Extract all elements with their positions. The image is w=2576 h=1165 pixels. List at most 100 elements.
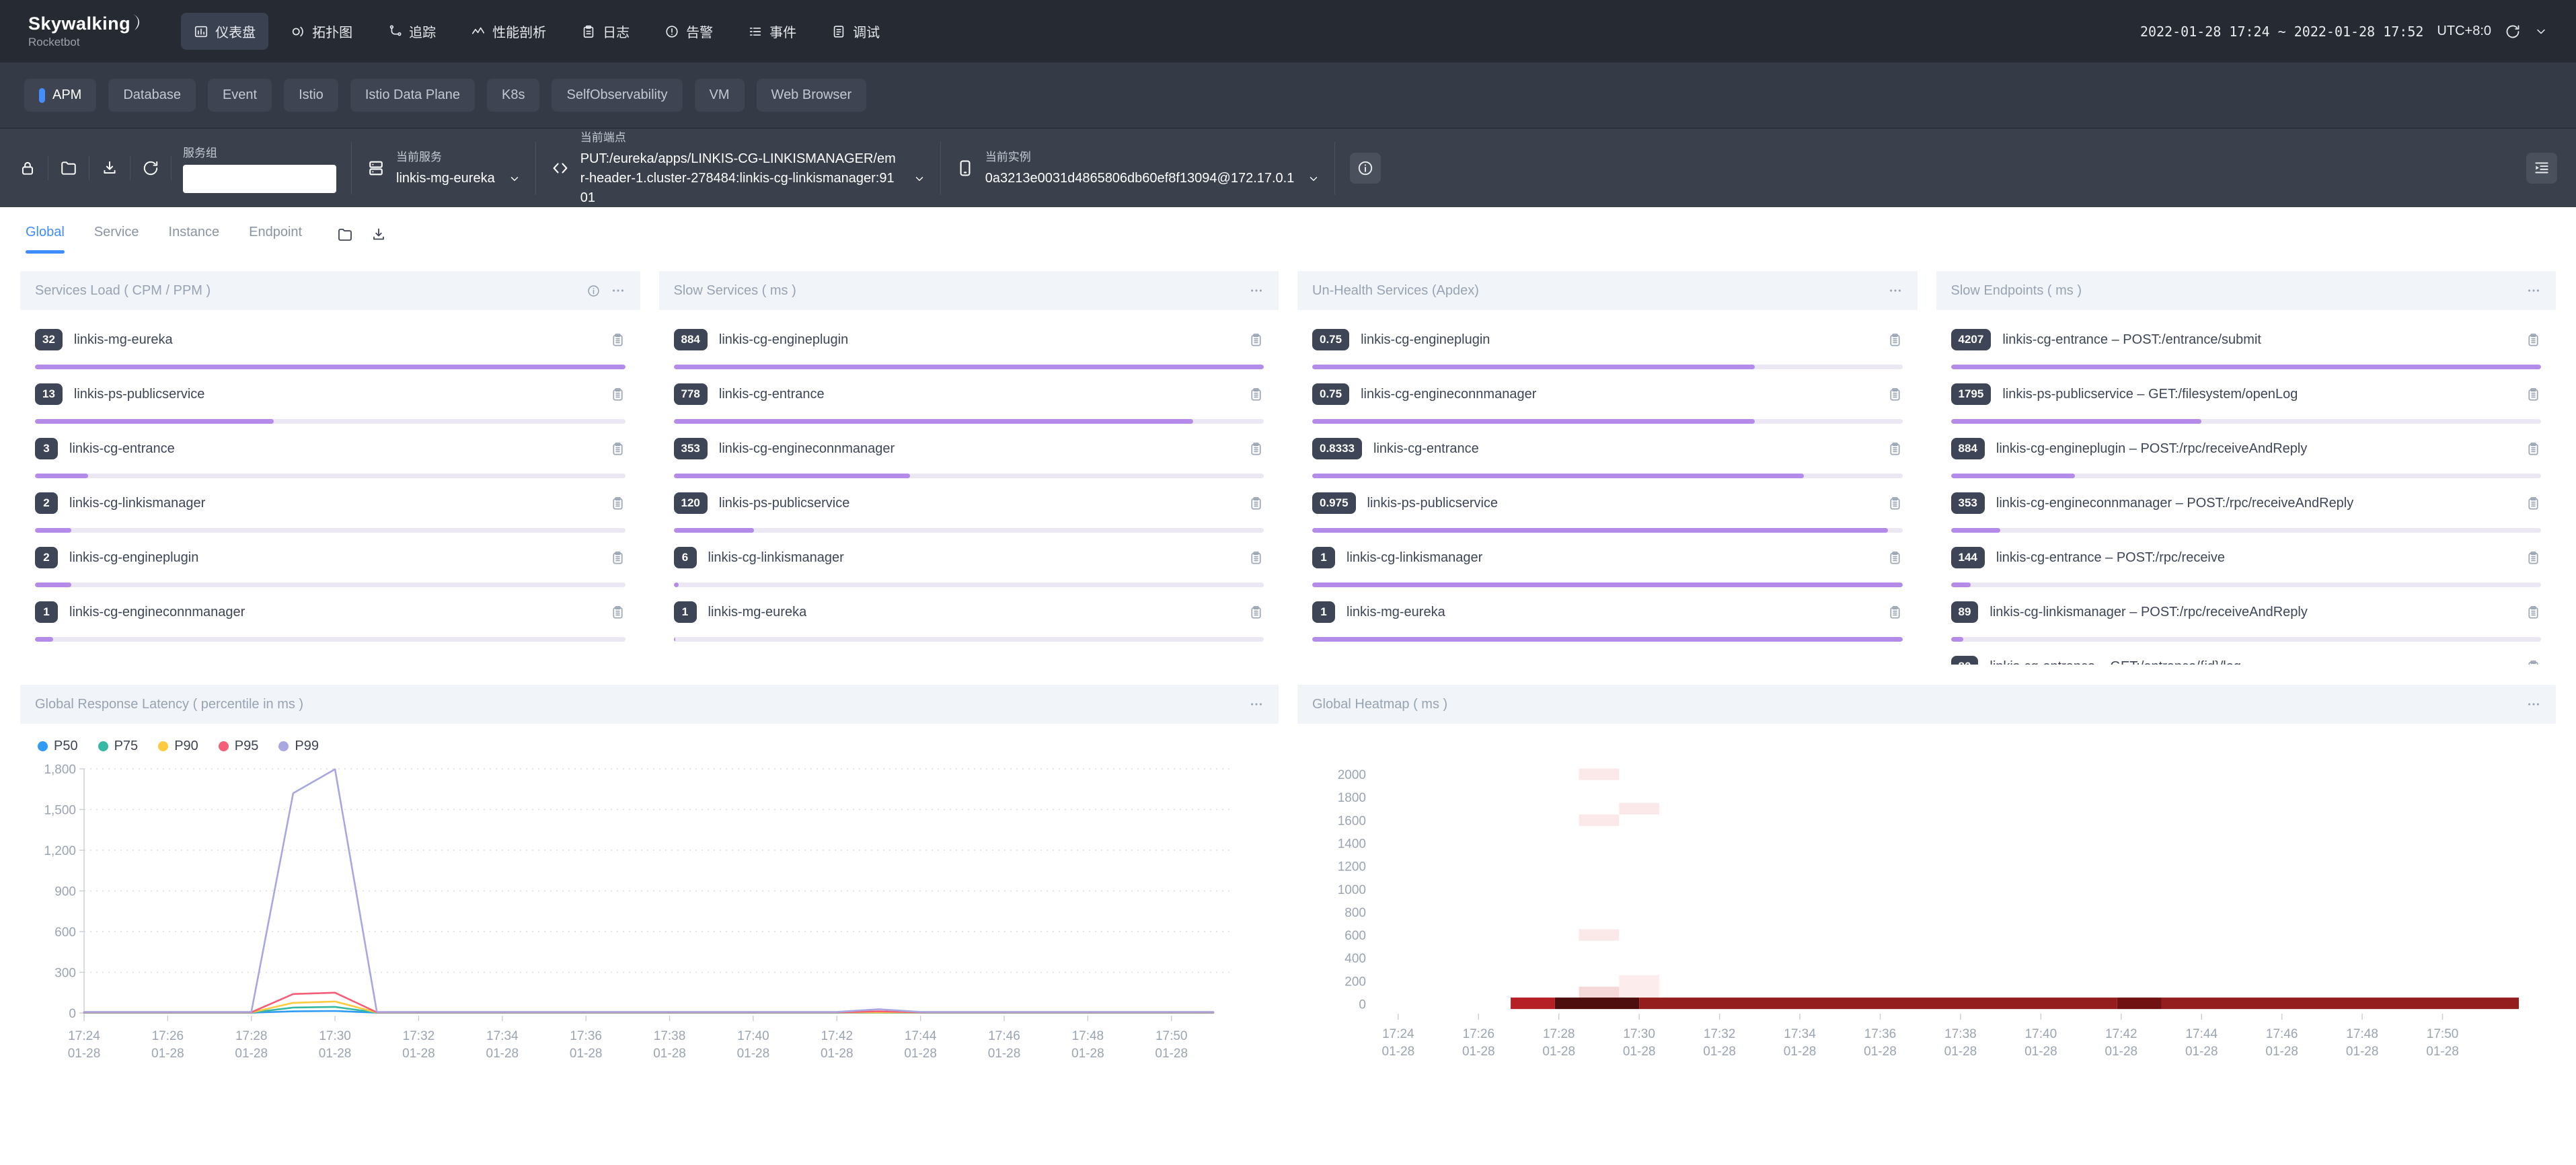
menu-item-告警[interactable]: 告警 [652, 13, 726, 50]
clipboard-icon[interactable] [2519, 441, 2541, 457]
clipboard-icon[interactable] [603, 387, 626, 402]
metric-label[interactable]: linkis-cg-entrance [1373, 441, 1479, 457]
metric-label[interactable]: linkis-cg-engineconnmanager [69, 605, 245, 620]
clipboard-icon[interactable] [1242, 605, 1264, 620]
legend-item-P95[interactable]: P95 [219, 739, 259, 754]
folder-icon[interactable] [337, 227, 353, 243]
more-icon[interactable] [1888, 283, 1903, 298]
clipboard-icon[interactable] [1881, 441, 1903, 457]
more-icon[interactable] [611, 283, 626, 298]
metric-label[interactable]: linkis-cg-linkismanager [69, 496, 205, 511]
clipboard-icon[interactable] [603, 441, 626, 457]
clipboard-icon[interactable] [1881, 496, 1903, 511]
dashboard-tab-istio-data-plane[interactable]: Istio Data Plane [350, 79, 475, 112]
metric-label[interactable]: linkis-cg-engineplugin [719, 332, 848, 348]
timezone-label[interactable]: UTC+8:0 [2437, 24, 2491, 39]
current-endpoint-select[interactable]: 当前端点 PUT:/eureka/apps/LINKIS-CG-LINKISMA… [551, 128, 925, 208]
metric-label[interactable]: linkis-cg-entrance – GET:/entrance/{id}/… [1990, 659, 2241, 665]
metric-label[interactable]: linkis-cg-linkismanager – POST:/rpc/rece… [1990, 605, 2307, 620]
metric-label[interactable]: linkis-cg-engineconnmanager [719, 441, 895, 457]
menu-item-追踪[interactable]: 追踪 [375, 13, 449, 50]
service-group-input[interactable] [183, 165, 336, 193]
metric-label[interactable]: linkis-ps-publicservice – GET:/filesyste… [2002, 387, 2298, 402]
clipboard-icon[interactable] [1242, 441, 1264, 457]
info-icon[interactable] [586, 284, 601, 298]
time-range-picker[interactable]: 2022-01-28 17:24 ~ 2022-01-28 17:52 [2140, 24, 2423, 40]
metric-label[interactable]: linkis-cg-entrance [69, 441, 175, 457]
clipboard-icon[interactable] [603, 605, 626, 620]
clipboard-icon[interactable] [2519, 550, 2541, 566]
legend-item-P99[interactable]: P99 [278, 739, 319, 754]
more-icon[interactable] [2526, 697, 2541, 712]
clipboard-icon[interactable] [2519, 605, 2541, 620]
refresh-icon[interactable] [2505, 24, 2521, 40]
clipboard-icon[interactable] [2519, 496, 2541, 511]
current-instance-select[interactable]: 当前实例 0a3213e0031d4865806db60ef8f13094@17… [956, 147, 1320, 188]
tab-service[interactable]: Service [94, 225, 139, 254]
metric-label[interactable]: linkis-ps-publicservice [74, 387, 205, 402]
menu-item-性能剖析[interactable]: 性能剖析 [458, 13, 559, 50]
download-icon[interactable] [371, 227, 387, 243]
download-icon[interactable] [101, 159, 118, 177]
toolbar-refresh-icon[interactable] [142, 159, 159, 177]
clipboard-icon[interactable] [2519, 387, 2541, 402]
tab-instance[interactable]: Instance [169, 225, 220, 254]
clipboard-icon[interactable] [2519, 659, 2541, 665]
dashboard-tab-event[interactable]: Event [208, 79, 272, 112]
metric-label[interactable]: linkis-cg-engineplugin – POST:/rpc/recei… [1996, 441, 2307, 457]
metric-label[interactable]: linkis-cg-engineconnmanager – POST:/rpc/… [1996, 496, 2353, 511]
dashboard-tab-web-browser[interactable]: Web Browser [757, 79, 867, 112]
metric-label[interactable]: linkis-cg-linkismanager [1347, 550, 1482, 566]
metric-label[interactable]: linkis-mg-eureka [1347, 605, 1445, 620]
info-button[interactable] [1350, 153, 1381, 184]
clipboard-icon[interactable] [1881, 387, 1903, 402]
chevron-down-icon[interactable] [508, 173, 521, 185]
legend-item-P90[interactable]: P90 [158, 739, 198, 754]
clipboard-icon[interactable] [1242, 496, 1264, 511]
dashboard-tab-vm[interactable]: VM [695, 79, 745, 112]
dashboard-tab-selfobservability[interactable]: SelfObservability [552, 79, 682, 112]
metric-label[interactable]: linkis-cg-engineplugin [1361, 332, 1490, 348]
current-service-select[interactable]: 当前服务 linkis-mg-eureka [367, 147, 521, 188]
lock-icon[interactable] [19, 159, 36, 177]
more-icon[interactable] [2526, 283, 2541, 298]
dashboard-tab-istio[interactable]: Istio [284, 79, 338, 112]
folder-icon[interactable] [60, 159, 77, 177]
more-icon[interactable] [1249, 697, 1264, 712]
chevron-down-icon[interactable] [1308, 173, 1320, 185]
clipboard-icon[interactable] [1881, 332, 1903, 348]
clipboard-icon[interactable] [2519, 332, 2541, 348]
metric-label[interactable]: linkis-mg-eureka [74, 332, 173, 348]
menu-item-事件[interactable]: 事件 [735, 13, 809, 50]
metric-label[interactable]: linkis-mg-eureka [708, 605, 807, 620]
metric-label[interactable]: linkis-ps-publicservice [719, 496, 850, 511]
tab-endpoint[interactable]: Endpoint [249, 225, 302, 254]
app-logo[interactable]: Skywalking Rocketbot [28, 13, 142, 49]
more-icon[interactable] [1249, 283, 1264, 298]
dashboard-tab-apm[interactable]: APM [24, 79, 96, 112]
metric-label[interactable]: linkis-ps-publicservice [1367, 496, 1499, 511]
clipboard-icon[interactable] [1242, 387, 1264, 402]
chevron-down-icon[interactable] [2534, 25, 2548, 38]
menu-item-调试[interactable]: 调试 [819, 13, 893, 50]
collapse-panel-button[interactable] [2526, 153, 2557, 184]
clipboard-icon[interactable] [1881, 605, 1903, 620]
dashboard-tab-database[interactable]: Database [108, 79, 196, 112]
metric-label[interactable]: linkis-cg-engineplugin [69, 550, 198, 566]
clipboard-icon[interactable] [1242, 332, 1264, 348]
clipboard-icon[interactable] [1242, 550, 1264, 566]
metric-label[interactable]: linkis-cg-linkismanager [708, 550, 844, 566]
clipboard-icon[interactable] [603, 332, 626, 348]
dashboard-tab-k8s[interactable]: K8s [487, 79, 539, 112]
clipboard-icon[interactable] [1881, 550, 1903, 566]
legend-item-P75[interactable]: P75 [98, 739, 139, 754]
tab-global[interactable]: Global [26, 225, 65, 254]
metric-label[interactable]: linkis-cg-entrance – POST:/entrance/subm… [2002, 332, 2261, 348]
menu-item-日志[interactable]: 日志 [568, 13, 642, 50]
legend-item-P50[interactable]: P50 [38, 739, 78, 754]
menu-item-仪表盘[interactable]: 仪表盘 [181, 13, 268, 50]
metric-label[interactable]: linkis-cg-entrance – POST:/rpc/receive [1996, 550, 2225, 566]
clipboard-icon[interactable] [603, 550, 626, 566]
metric-label[interactable]: linkis-cg-entrance [719, 387, 825, 402]
metric-label[interactable]: linkis-cg-engineconnmanager [1361, 387, 1536, 402]
